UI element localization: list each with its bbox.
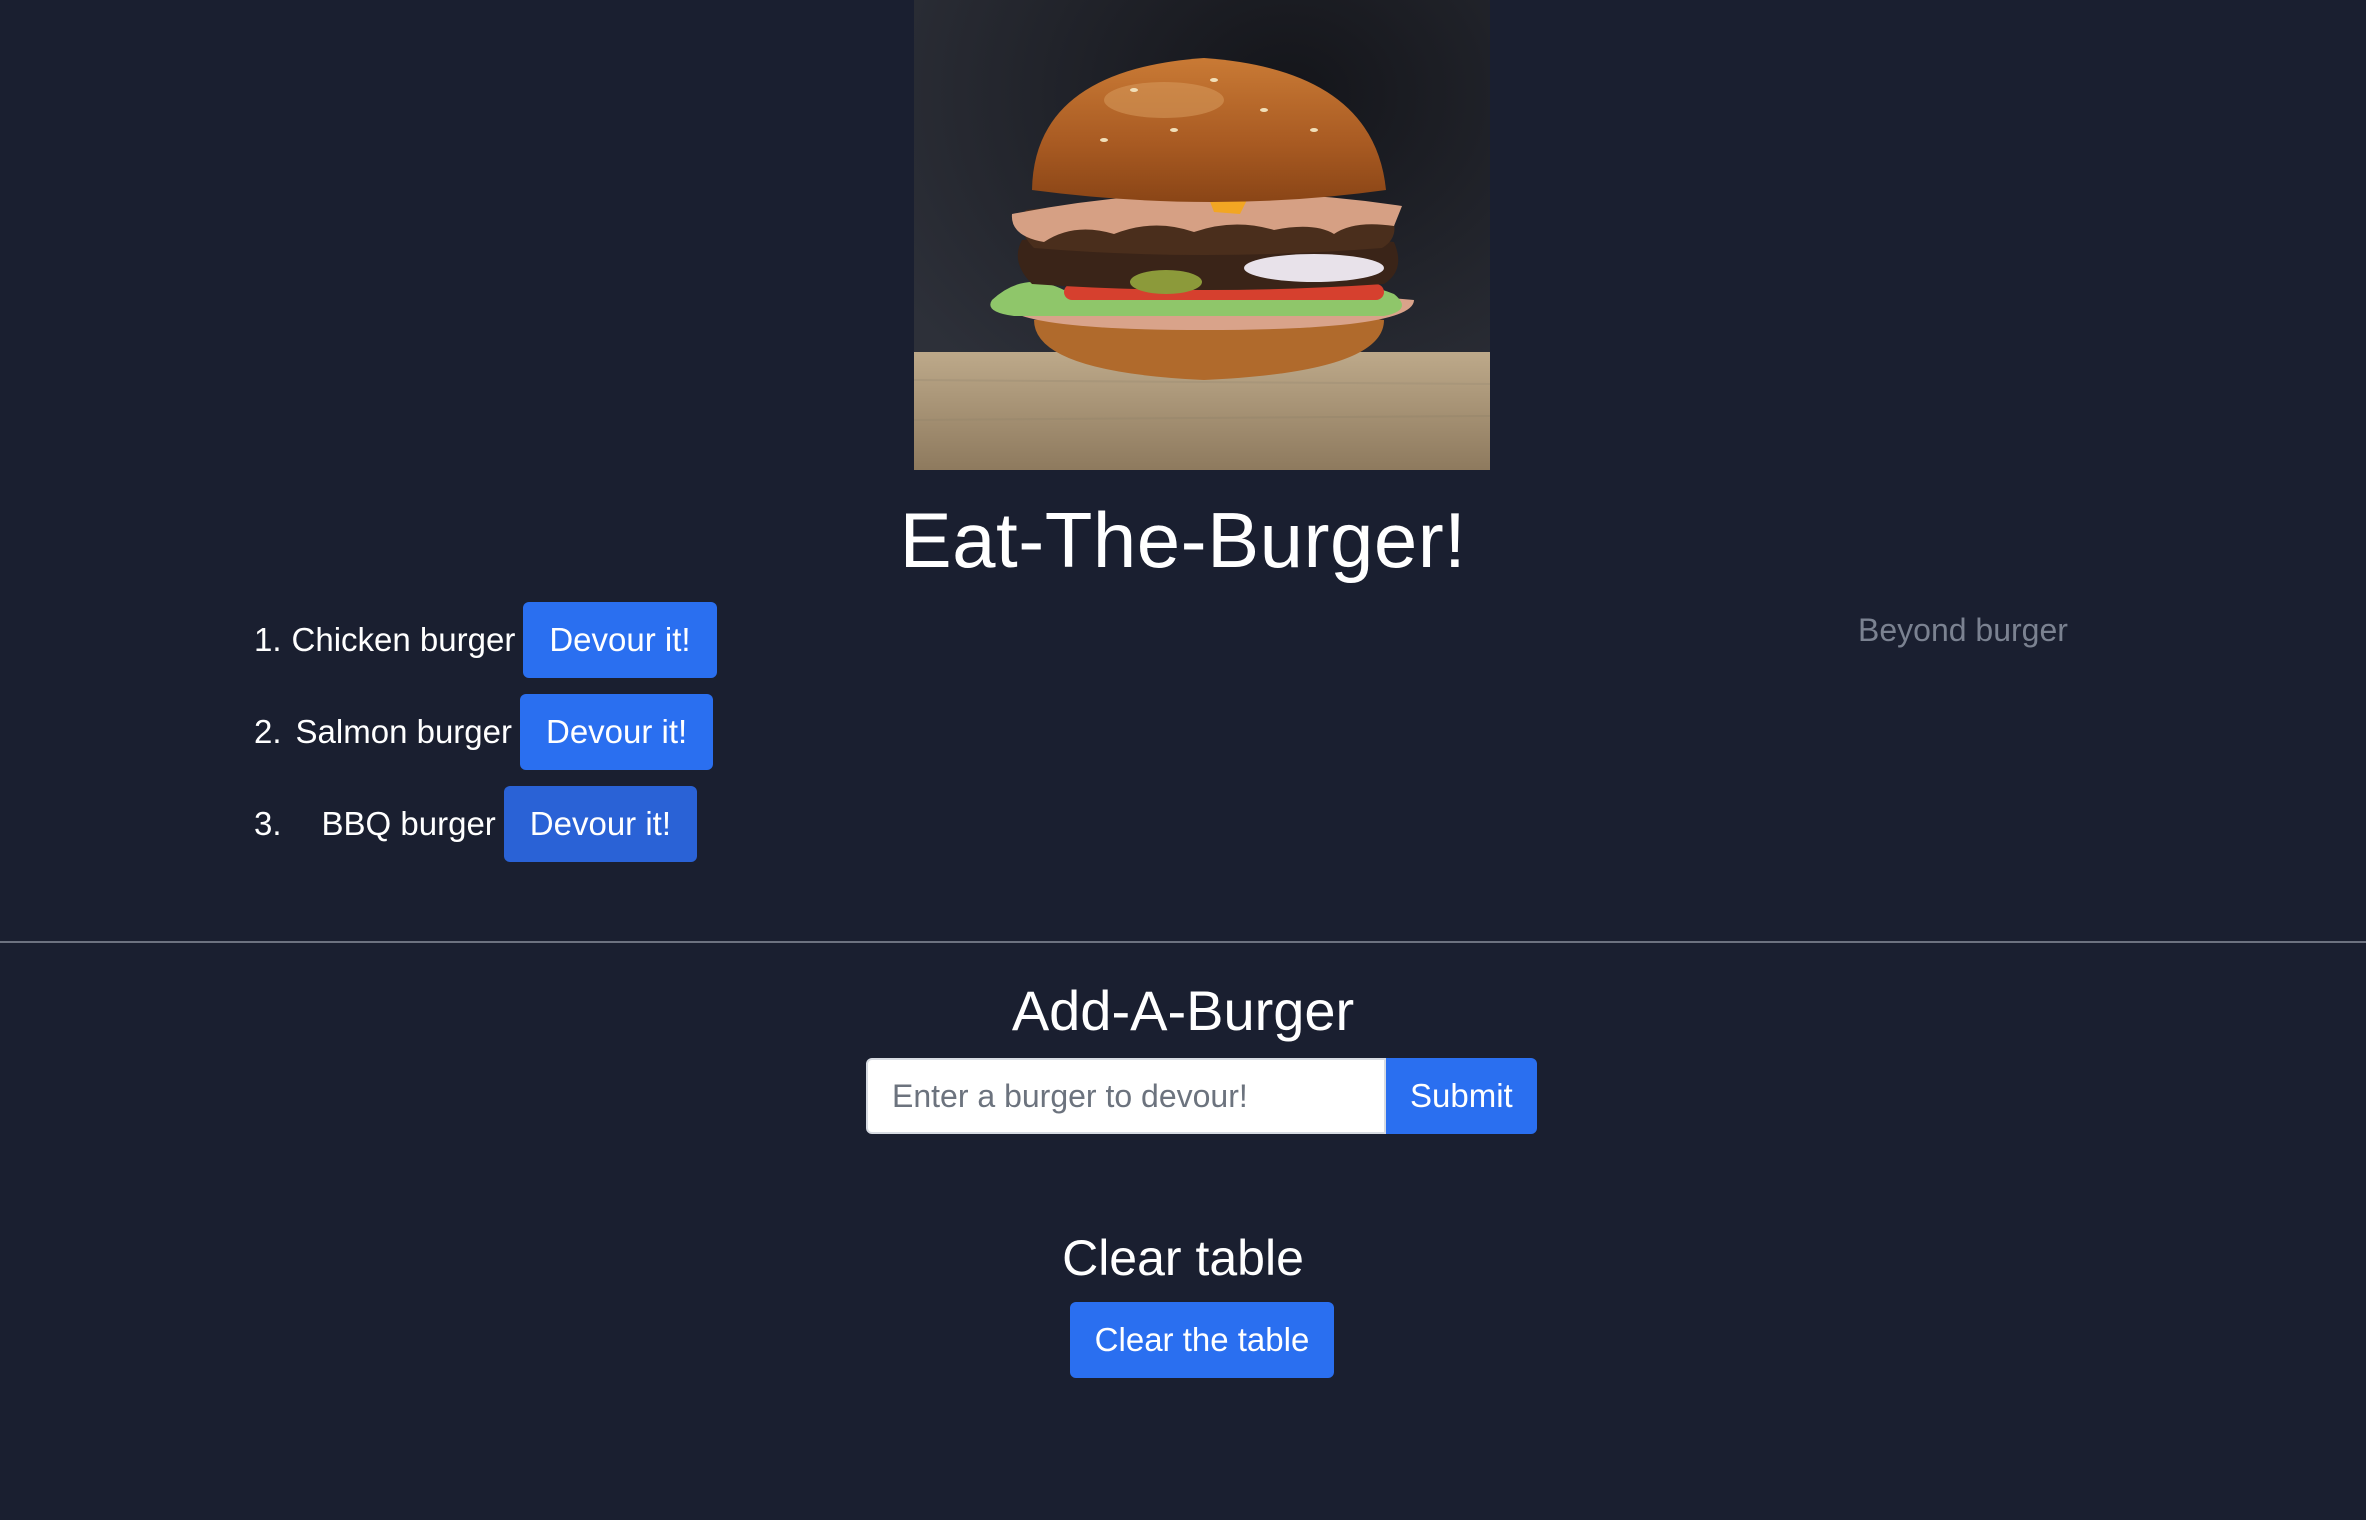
list-item: 3. BBQ burger Devour it! — [254, 786, 697, 862]
burger-number: 3. — [254, 805, 282, 842]
burger-number: 1. — [254, 621, 282, 658]
devour-button[interactable]: Devour it! — [503, 786, 697, 862]
clear-table-button[interactable]: Clear the table — [1070, 1302, 1334, 1378]
add-burger-title: Add-A-Burger — [1011, 979, 1355, 1042]
devour-button[interactable]: Devour it! — [519, 694, 714, 770]
burger-hero-image — [914, 0, 1490, 470]
add-burger-form: Submit — [866, 1058, 1537, 1134]
burger-number: 2. — [254, 713, 282, 750]
burger-name: Chicken burger — [291, 621, 516, 658]
burger-name: Salmon burger — [295, 713, 512, 750]
burger-name-input[interactable] — [866, 1058, 1386, 1134]
submit-button[interactable]: Submit — [1386, 1058, 1537, 1134]
page: Eat-The-Burger! 1. Chicken burger Devour… — [0, 0, 2366, 1520]
devour-button[interactable]: Devour it! — [523, 602, 717, 678]
divider — [0, 941, 2366, 943]
list-item: 1. Chicken burger Devour it! — [254, 602, 717, 678]
list-item: 2. Salmon burger Devour it! — [254, 694, 714, 770]
page-title: Eat-The-Burger! — [899, 496, 1467, 584]
devoured-burger: Beyond burger — [1858, 612, 2068, 648]
clear-table-title: Clear table — [1062, 1230, 1304, 1286]
burger-name: BBQ burger — [321, 805, 496, 842]
